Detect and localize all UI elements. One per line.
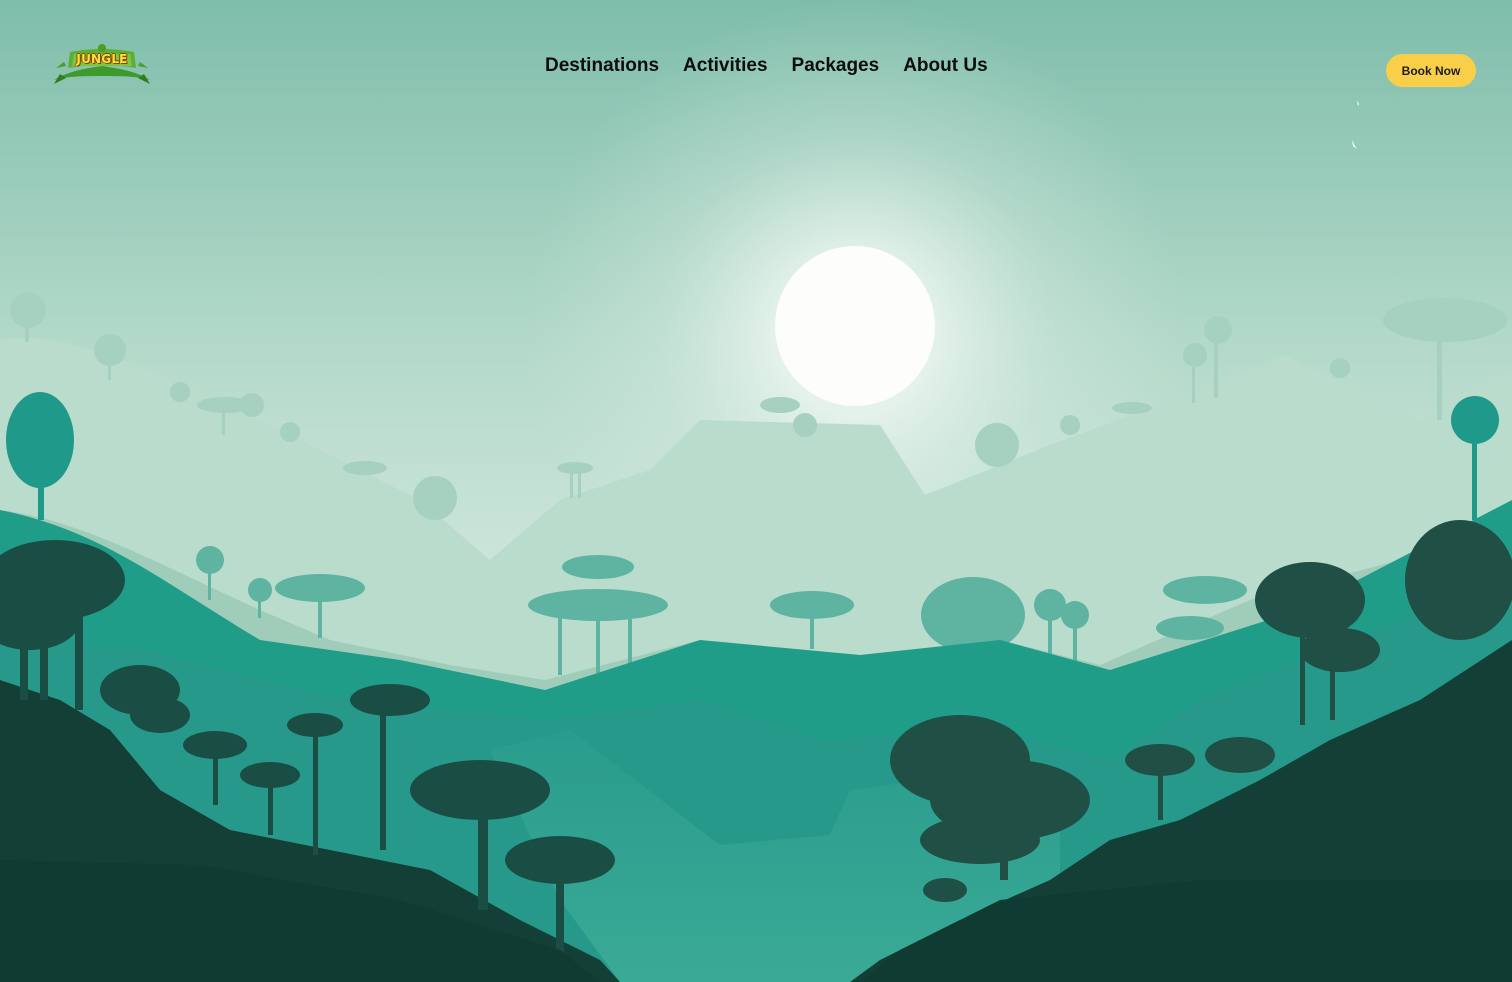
nav-link-activities[interactable]: Activities — [683, 52, 767, 80]
nav-link-destinations[interactable]: Destinations — [545, 52, 659, 80]
logo-text: JUNGLE — [76, 52, 128, 66]
jungle-logo[interactable]: JUNGLE — [50, 40, 154, 90]
landing-page: JUNGLE Destinations Activities Packages … — [0, 0, 1512, 982]
main-nav: Destinations Activities Packages About U… — [545, 52, 988, 80]
sun-icon — [775, 246, 935, 406]
nav-link-packages[interactable]: Packages — [792, 52, 880, 80]
nav-link-about-us[interactable]: About Us — [903, 52, 987, 80]
jungle-landscape-illustration — [0, 0, 1512, 982]
book-now-button[interactable]: Book Now — [1386, 54, 1476, 87]
site-header: JUNGLE Destinations Activities Packages … — [0, 0, 1512, 130]
